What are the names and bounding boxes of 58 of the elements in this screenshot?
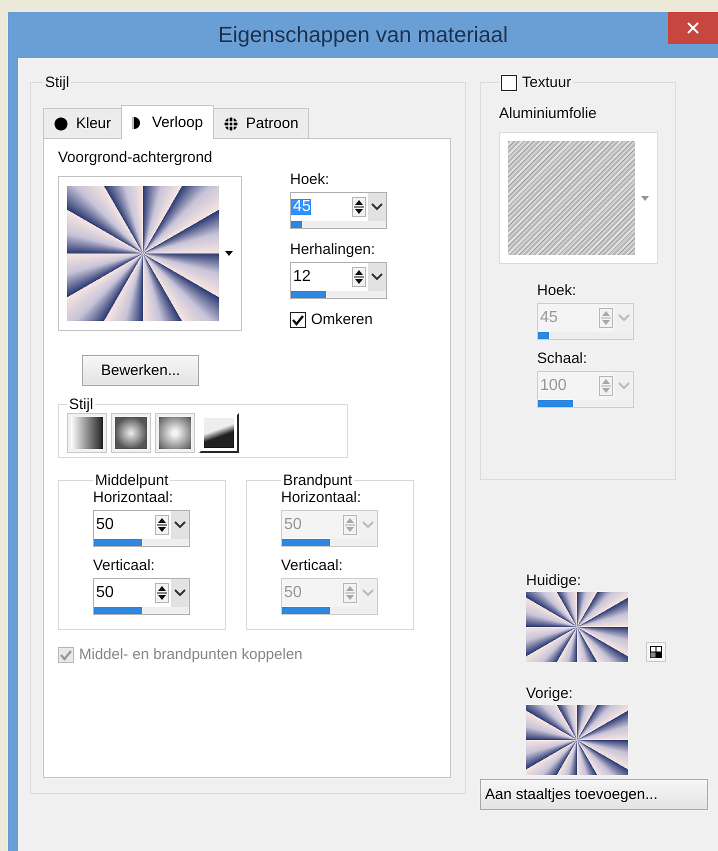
group-label: Stijl [68, 396, 94, 413]
field-label: Verticaal: [281, 557, 344, 574]
field-label: Horizontaal: [93, 489, 174, 506]
number-spinner[interactable]: 50 [93, 510, 190, 547]
up-down-arrows-icon[interactable] [155, 583, 169, 603]
checkbox-label: Textuur [522, 74, 572, 91]
gradient-picker[interactable] [58, 176, 242, 331]
field-label: Verticaal: [93, 557, 156, 574]
spinner-value: 45 [291, 199, 311, 215]
texture-picker[interactable] [499, 132, 658, 264]
gradient-style-button[interactable] [111, 413, 151, 453]
swatch-label: Vorige: [526, 685, 573, 702]
up-down-arrows-icon[interactable] [352, 197, 366, 217]
close-icon [687, 22, 699, 34]
number-spinner[interactable]: 50 [93, 578, 190, 615]
checkbox-label: Middel- en brandpunten koppelen [79, 646, 302, 663]
quadrant-icon [650, 646, 662, 658]
add-to-swatches-button[interactable]: Aan staaltjes toevoegen... [480, 779, 708, 810]
checkbox[interactable] [290, 312, 306, 328]
tab[interactable]: Verloop [121, 105, 214, 139]
checkbox[interactable] [501, 74, 517, 90]
gradient-name: Voorgrond-achtergrond [58, 149, 212, 166]
chevron-down-icon[interactable] [171, 579, 189, 607]
field-label: Schaal: [537, 350, 588, 367]
tab[interactable]: Kleur [43, 108, 122, 138]
spinner-value: 12 [292, 269, 312, 285]
tab[interactable]: Patroon [212, 108, 310, 138]
spinner-value: 50 [283, 585, 303, 601]
texture-name: Aluminiumfolie [499, 105, 598, 122]
dropdown-arrow-icon [641, 196, 649, 200]
swap-button[interactable] [646, 642, 666, 662]
chevron-down-icon[interactable] [171, 511, 189, 539]
spinner-value: 50 [95, 585, 115, 601]
group-label: Brandpunt [282, 472, 354, 489]
number-spinner[interactable]: 12 [290, 262, 387, 299]
edit-button[interactable]: Bewerken... [82, 355, 200, 386]
chevron-down-icon[interactable] [368, 263, 386, 291]
dotted-grid-icon [224, 116, 238, 130]
up-down-arrows-icon[interactable] [352, 267, 366, 287]
spinner-value: 45 [539, 310, 559, 326]
chevron-down-icon[interactable] [368, 193, 386, 221]
swatch-label: Huidige: [526, 572, 582, 589]
spinner-value: 50 [283, 517, 303, 533]
up-down-arrows-icon[interactable] [155, 515, 169, 535]
close-button[interactable] [668, 12, 718, 44]
dropdown-arrow-icon [225, 251, 233, 256]
gradient-style-button[interactable] [67, 413, 107, 453]
field-label: Hoek: [290, 171, 330, 188]
field-label: Horizontaal: [281, 489, 362, 506]
spinner-value: 100 [539, 378, 568, 394]
group-label: Stijl [44, 74, 70, 91]
group-label: Middelpunt [94, 472, 170, 489]
field-label: Herhalingen: [290, 241, 376, 258]
field-label: Hoek: [537, 282, 578, 299]
checkbox-label: Omkeren [311, 311, 373, 328]
spinner-value: 50 [95, 517, 115, 533]
window-title: Eigenschappen van materiaal [218, 22, 508, 48]
filled-circle-icon [54, 116, 68, 130]
